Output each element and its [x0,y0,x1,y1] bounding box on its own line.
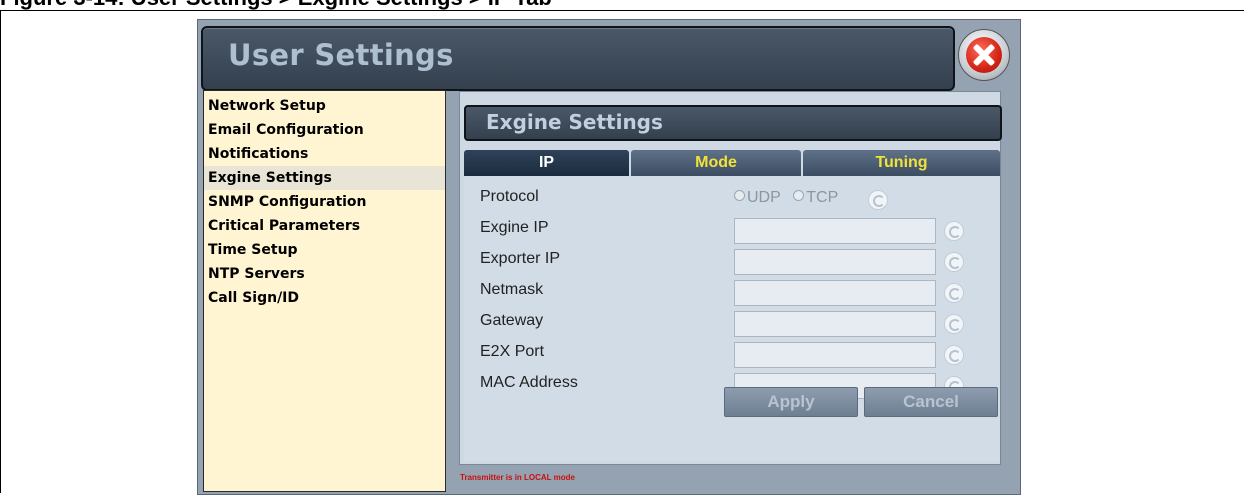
udp-radio[interactable] [734,190,745,201]
mac-address-label: MAC Address [480,374,578,391]
exgine-ip-refresh-icon[interactable] [944,221,964,241]
tcp-radio[interactable] [793,190,805,201]
sidebar-item-call-sign-id[interactable]: Call Sign/ID [204,286,445,310]
exporter-ip-label: Exporter IP [480,250,561,267]
settings-sidebar: Network Setup Email Configuration Notifi… [203,90,446,492]
tcp-radio-label: TCP [806,189,839,206]
section-title-bar: Exgine Settings [464,105,1002,141]
gateway-label: Gateway [480,312,544,329]
e2x-port-row: E2X Port [464,342,1000,368]
sidebar-item-notifications[interactable]: Notifications [204,142,445,166]
window-title: User Settings [228,38,454,72]
e2x-port-label: E2X Port [480,343,545,360]
tab-mode[interactable]: Mode [631,150,801,176]
document-heading: Figure 3-14: User Settings > Exgine Sett… [0,0,1244,10]
udp-radio-label: UDP [747,189,781,206]
tab-ip[interactable]: IP [464,150,629,176]
netmask-label: Netmask [480,281,544,298]
sidebar-item-snmp-configuration[interactable]: SNMP Configuration [204,190,445,214]
gateway-refresh-icon[interactable] [944,314,964,334]
exgine-ip-label: Exgine IP [480,219,549,236]
sidebar-item-time-setup[interactable]: Time Setup [204,238,445,262]
section-title: Exgine Settings [486,110,663,134]
close-button[interactable] [958,29,1010,81]
exporter-ip-row: Exporter IP [464,249,1000,275]
close-icon [966,37,1002,73]
netmask-input[interactable] [734,280,936,306]
document-rule-left [0,10,1,493]
title-bar: User Settings [201,26,955,91]
tab-bar: IP Mode Tuning [464,150,1000,176]
document-rule [0,10,1244,11]
sidebar-item-exgine-settings[interactable]: Exgine Settings [204,166,445,190]
protocol-radio-group: UDP TCP [734,189,846,207]
sidebar-item-network-setup[interactable]: Network Setup [204,94,445,118]
user-settings-window: User Settings Network Setup Email Config… [197,19,1021,495]
netmask-refresh-icon[interactable] [944,283,964,303]
tab-tuning[interactable]: Tuning [803,150,1000,176]
e2x-port-refresh-icon[interactable] [944,345,964,365]
apply-button[interactable]: Apply [724,387,858,417]
status-text: Transmitter is in LOCAL mode [460,473,575,482]
protocol-label: Protocol [480,188,539,205]
exgine-ip-row: Exgine IP [464,218,1000,244]
protocol-refresh-icon[interactable] [868,190,888,210]
exporter-ip-input[interactable] [734,249,936,275]
gateway-input[interactable] [734,311,936,337]
sidebar-item-ntp-servers[interactable]: NTP Servers [204,262,445,286]
exgine-ip-input[interactable] [734,218,936,244]
sidebar-item-email-configuration[interactable]: Email Configuration [204,118,445,142]
cancel-button[interactable]: Cancel [864,387,998,417]
ip-form: Protocol UDP TCP Exgine IP Exporter IP N… [464,176,1000,461]
gateway-row: Gateway [464,311,1000,337]
netmask-row: Netmask [464,280,1000,306]
sidebar-item-critical-parameters[interactable]: Critical Parameters [204,214,445,238]
exporter-ip-refresh-icon[interactable] [944,252,964,272]
protocol-row: Protocol UDP TCP [464,187,1000,213]
e2x-port-input[interactable] [734,342,936,368]
